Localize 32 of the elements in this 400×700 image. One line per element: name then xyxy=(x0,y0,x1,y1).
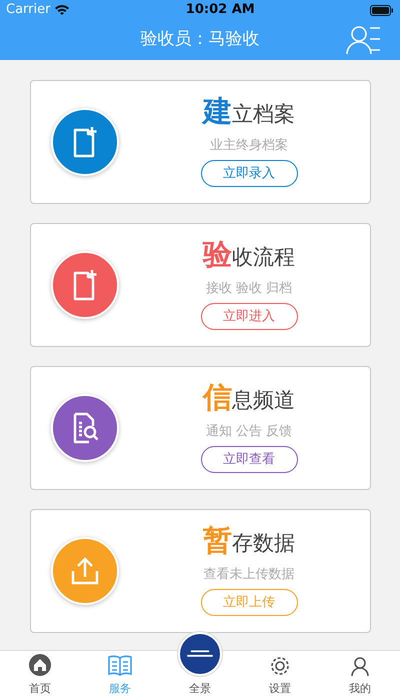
book-icon xyxy=(107,652,133,676)
tab-item[interactable]: 全景 xyxy=(189,680,211,697)
tab-item[interactable]: 服务 xyxy=(107,652,133,697)
battery-icon xyxy=(370,4,394,16)
person-icon xyxy=(349,654,371,676)
card-subtitle: 接收 验收 归档 xyxy=(206,280,292,298)
carrier-label: Carrier xyxy=(6,1,50,20)
settings-icon xyxy=(269,654,291,676)
logo-icon xyxy=(180,634,220,674)
home-icon xyxy=(28,652,52,676)
tab-item[interactable]: 我的 xyxy=(349,654,371,697)
card-subtitle: 查看未上传数据 xyxy=(204,566,294,584)
card-title: 存数据 xyxy=(232,532,295,554)
card-subtitle: 通知 公告 反馈 xyxy=(206,422,292,441)
title-initial: 验 xyxy=(203,240,232,269)
title-initial: 暂 xyxy=(203,526,232,555)
tab-item[interactable]: 首页 xyxy=(28,652,52,697)
tab-item[interactable]: 设置 xyxy=(269,654,291,697)
card-title: 收流程 xyxy=(232,246,295,268)
user-menu-icon[interactable] xyxy=(346,25,382,55)
card-title: 立档案 xyxy=(232,104,295,125)
action-button[interactable]: 立即进入 xyxy=(200,303,298,330)
clock-time: 10:02 AM xyxy=(186,1,255,20)
card-subtitle: 业主终身档案 xyxy=(210,136,288,155)
nav-title: 验收员：马验收 xyxy=(140,28,260,52)
wifi-icon xyxy=(54,4,70,16)
action-button[interactable]: 立即录入 xyxy=(200,160,298,188)
title-initial: 信 xyxy=(203,382,232,412)
action-button[interactable]: 立即查看 xyxy=(200,446,298,474)
card-title: 息频道 xyxy=(232,390,295,411)
logo-badge[interactable] xyxy=(177,631,223,677)
title-initial: 建 xyxy=(203,96,232,126)
